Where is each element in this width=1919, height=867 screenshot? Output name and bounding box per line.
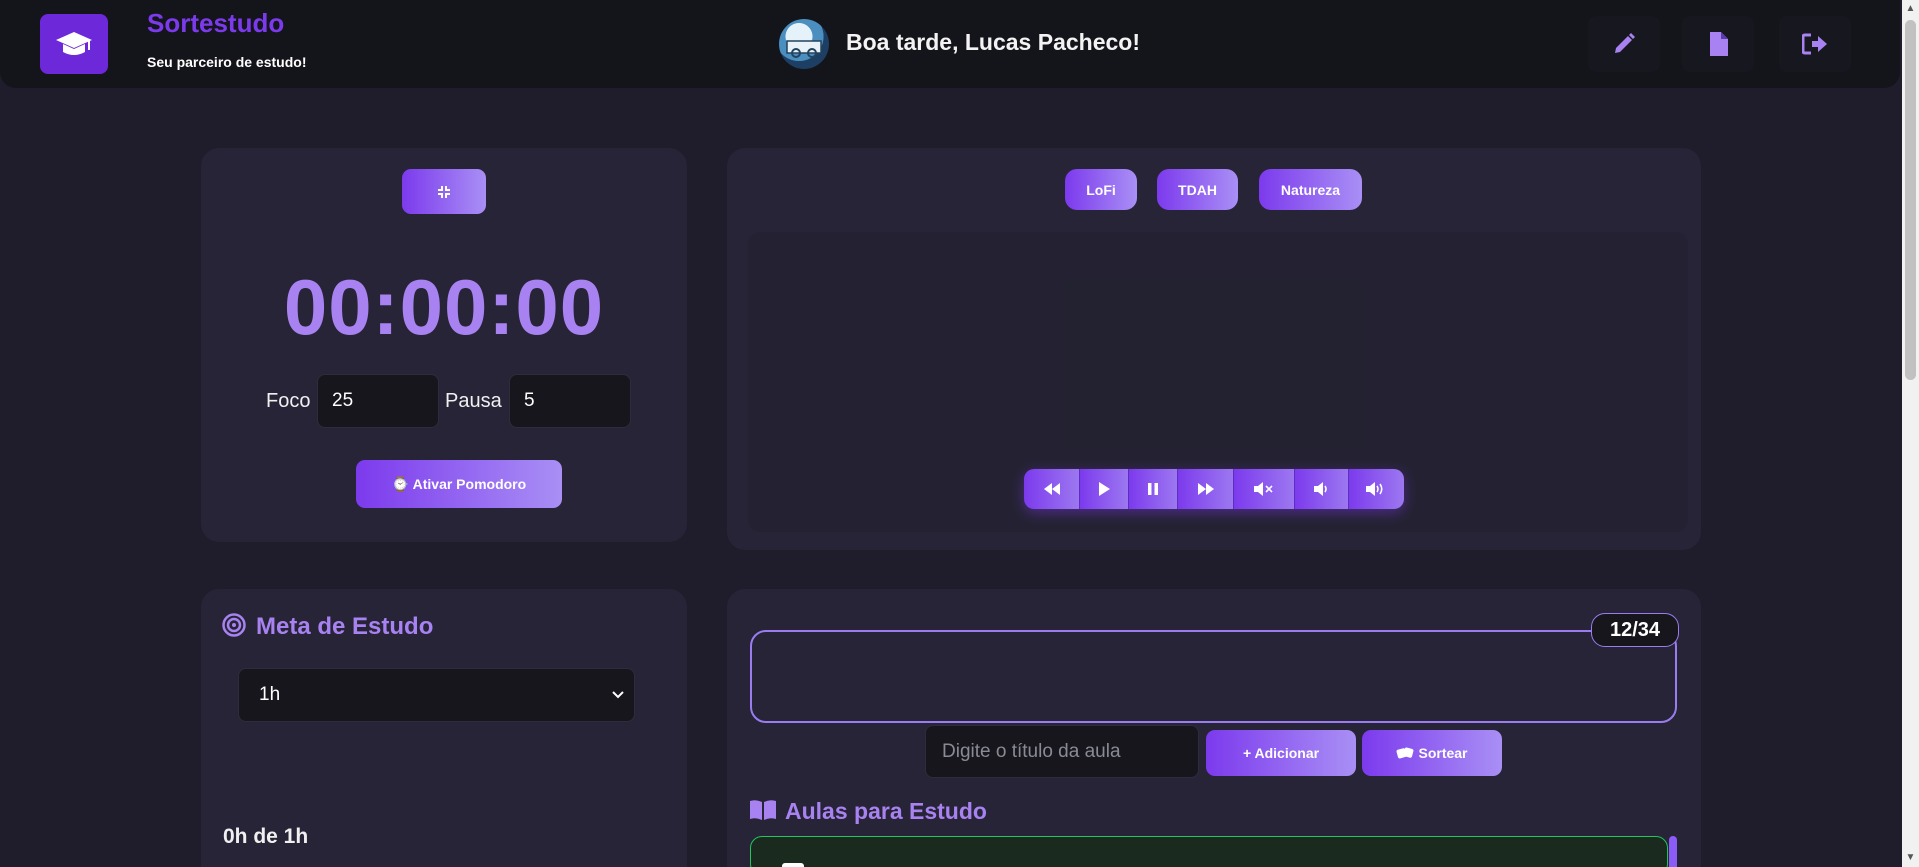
avatar-image: [786, 40, 822, 58]
app-name: Sortestudo: [147, 8, 285, 38]
add-lesson-button[interactable]: + Adicionar: [1206, 730, 1356, 776]
collapse-button[interactable]: [402, 169, 486, 214]
focus-input[interactable]: 25: [317, 374, 439, 428]
pencil-icon: [1615, 33, 1635, 53]
fast-forward-icon: [1197, 483, 1214, 495]
list-item[interactable]: [750, 836, 1668, 867]
lessons-counter: 12/34: [1591, 613, 1679, 647]
player-controls: [1024, 469, 1404, 509]
book-icon: [750, 800, 776, 820]
goal-title: Meta de Estudo: [256, 613, 434, 640]
graduation-cap-icon: [56, 32, 92, 55]
play-icon: [1099, 482, 1111, 496]
page-scrollbar-thumb[interactable]: [1905, 20, 1916, 380]
play-button[interactable]: [1080, 469, 1130, 509]
rewind-icon: [1043, 483, 1060, 495]
chevron-down-icon: [612, 691, 624, 699]
logout-icon: [1802, 33, 1827, 55]
fast-forward-button[interactable]: [1178, 469, 1235, 509]
goal-select-value: 1h: [259, 684, 281, 705]
mute-icon: [1254, 482, 1273, 496]
document-button[interactable]: [1682, 16, 1754, 72]
logout-button[interactable]: [1779, 16, 1851, 72]
volume-down-button[interactable]: [1295, 469, 1349, 509]
edit-button[interactable]: [1588, 16, 1660, 72]
volume-down-icon: [1313, 482, 1327, 496]
dice-icon: [1397, 747, 1414, 759]
compress-icon: [438, 185, 450, 198]
app-tagline: Seu parceiro de estudo!: [147, 54, 307, 70]
timer-display: 00:00:00: [283, 263, 605, 351]
greeting: Boa tarde, Lucas Pacheco!: [846, 29, 1140, 55]
lesson-checkbox[interactable]: [782, 863, 804, 867]
file-icon: [1710, 32, 1728, 56]
genre-button-natureza[interactable]: Natureza: [1259, 169, 1362, 210]
pause-label: Pausa: [445, 390, 502, 412]
focus-label: Foco: [266, 390, 311, 412]
lessons-scrollbar[interactable]: [1669, 836, 1677, 867]
avatar[interactable]: [779, 19, 829, 69]
top-header: Sortestudo Seu parceiro de estudo! Boa t…: [0, 0, 1900, 88]
pause-icon: [1148, 483, 1159, 495]
goal-select[interactable]: 1h: [238, 668, 635, 722]
volume-up-button[interactable]: [1348, 469, 1404, 509]
genre-button-lofi[interactable]: LoFi: [1065, 169, 1137, 210]
volume-up-icon: [1366, 482, 1383, 496]
scroll-down-arrow[interactable]: ▼: [1905, 852, 1916, 863]
video-embed[interactable]: [1064, 278, 1364, 448]
logo: [40, 14, 108, 74]
lessons-list-title: Aulas para Estudo: [785, 798, 987, 824]
draw-lesson-label: Sortear: [1418, 745, 1468, 761]
lesson-title-input[interactable]: Digite o título da aula: [925, 725, 1199, 778]
mute-button[interactable]: [1234, 469, 1296, 509]
goal-progress-text: 0h de 1h: [223, 825, 309, 848]
pause-button[interactable]: [1129, 469, 1179, 509]
activate-pomodoro-button[interactable]: ⌚ Ativar Pomodoro: [356, 460, 562, 508]
pause-input[interactable]: 5: [509, 374, 631, 428]
genre-button-tdah[interactable]: TDAH: [1157, 169, 1238, 210]
draw-result-box: [750, 630, 1677, 723]
draw-lesson-button[interactable]: Sortear: [1362, 730, 1502, 776]
rewind-button[interactable]: [1024, 469, 1081, 509]
scroll-up-arrow[interactable]: ▲: [1905, 3, 1916, 14]
target-icon: [222, 613, 246, 637]
